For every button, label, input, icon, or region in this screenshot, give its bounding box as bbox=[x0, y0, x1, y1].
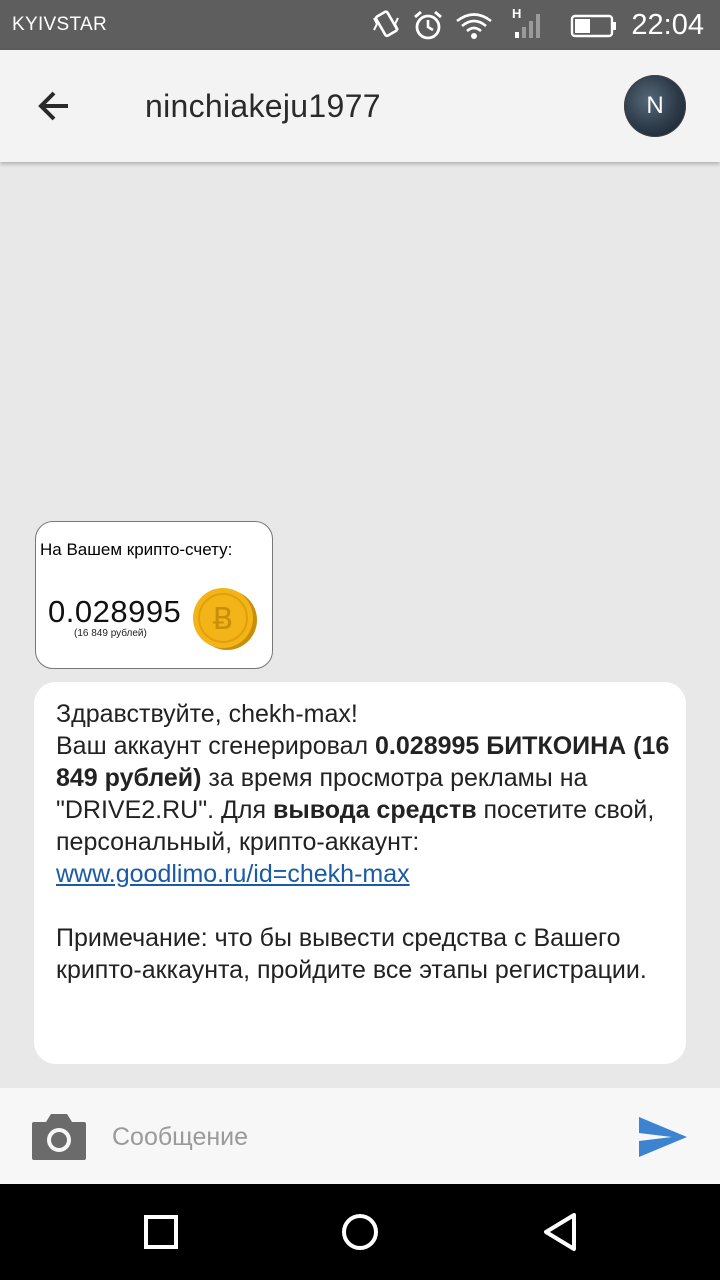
signal-icon bbox=[515, 14, 540, 38]
carrier-label: KYIVSTAR bbox=[12, 14, 107, 35]
wifi-icon bbox=[456, 13, 492, 39]
camera-icon bbox=[32, 1114, 86, 1160]
greeting-line: Здравствуйте, chekh-max! bbox=[56, 700, 358, 728]
home-button[interactable] bbox=[336, 1208, 384, 1256]
square-icon bbox=[144, 1215, 178, 1249]
message-list[interactable]: На Вашем крипто-счету: 0.028995 (16 849 … bbox=[0, 162, 720, 1088]
message-paragraph: Ваш аккаунт сгенерировал 0.028995 БИТКОИ… bbox=[56, 732, 670, 856]
bitcoin-coin-icon: Ƀ bbox=[193, 588, 257, 650]
image-caption: На Вашем крипто-счету: bbox=[40, 540, 233, 559]
note-paragraph: Примечание: что бы вывести средства с Ва… bbox=[56, 924, 647, 984]
navigation-bar bbox=[0, 1184, 720, 1280]
clock: 22:04 bbox=[631, 9, 704, 41]
back-arrow-icon bbox=[38, 91, 68, 121]
image-message[interactable]: На Вашем крипто-счету: 0.028995 (16 849 … bbox=[35, 521, 273, 669]
svg-text:Ƀ: Ƀ bbox=[213, 602, 234, 637]
app-bar: ninchiakeju1977 N bbox=[0, 50, 720, 162]
battery-icon bbox=[570, 14, 616, 38]
message-link[interactable]: www.goodlimo.ru/id=chekh-max bbox=[56, 860, 410, 888]
send-button[interactable] bbox=[636, 1114, 690, 1160]
composer-bar bbox=[0, 1088, 720, 1184]
text-message[interactable]: Здравствуйте, chekh-max! Ваш аккаунт сге… bbox=[34, 682, 686, 1064]
avatar[interactable]: N bbox=[624, 75, 686, 137]
triangle-back-icon bbox=[544, 1213, 576, 1251]
image-rubles: (16 849 рублей) bbox=[74, 628, 147, 639]
back-button[interactable] bbox=[30, 82, 80, 132]
vibrate-icon bbox=[373, 10, 399, 38]
send-icon bbox=[639, 1117, 687, 1157]
circle-icon bbox=[342, 1214, 378, 1250]
image-amount: 0.028995 bbox=[48, 594, 182, 629]
alarm-icon bbox=[414, 10, 442, 40]
message-body: Здравствуйте, chekh-max! Ваш аккаунт сге… bbox=[56, 698, 676, 986]
camera-button[interactable] bbox=[30, 1110, 88, 1162]
status-bar: KYIVSTAR H 22:04 bbox=[0, 0, 720, 50]
chat-title[interactable]: ninchiakeju1977 bbox=[145, 88, 381, 125]
message-input[interactable] bbox=[112, 1114, 612, 1160]
recents-button[interactable] bbox=[137, 1208, 185, 1256]
back-nav-button[interactable] bbox=[536, 1208, 584, 1256]
